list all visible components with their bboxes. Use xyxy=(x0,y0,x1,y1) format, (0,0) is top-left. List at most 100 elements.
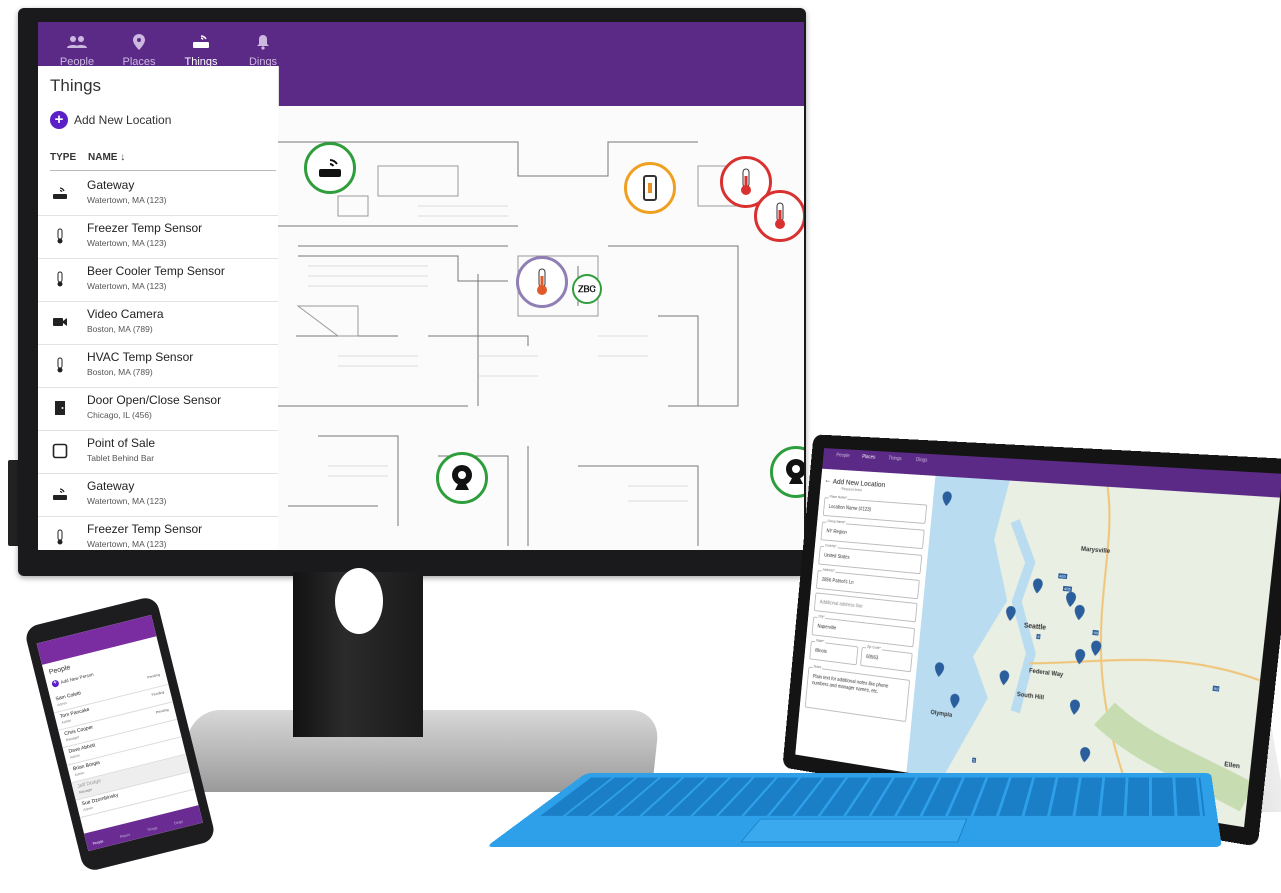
field-value: 2856 Patriot's Ln xyxy=(821,577,854,586)
router-icon xyxy=(53,488,67,500)
field-label: State* xyxy=(815,638,826,644)
thing-name: HVAC Temp Sensor xyxy=(87,350,194,364)
zip-code-field[interactable]: Zip Code* 60563 xyxy=(860,644,913,673)
tab-people[interactable]: People xyxy=(92,839,104,846)
trackpad xyxy=(740,818,968,843)
table-row[interactable]: HVAC Temp Sensor Boston, MA (789) xyxy=(38,344,278,388)
notes-field[interactable]: Notes Plain text for additional notes lik… xyxy=(804,664,911,723)
monitor-screen: People Places Things Dings Things + Add … xyxy=(38,22,804,550)
router-icon xyxy=(193,35,209,48)
table-row[interactable]: Point of Sale Tablet Behind Bar xyxy=(38,430,278,474)
form-subtitle: *Required fields xyxy=(840,486,862,493)
page-title: People xyxy=(48,664,72,677)
camera-marker[interactable] xyxy=(436,452,488,504)
tablet-icon xyxy=(52,443,68,459)
pin-icon xyxy=(133,34,145,50)
table-row[interactable]: Gateway Watertown, MA (123) xyxy=(38,172,278,216)
add-new-person-label: Add New Person xyxy=(60,671,95,685)
floorplan-map[interactable]: ᏃᏴᏣ xyxy=(278,106,804,550)
person-status: Pending xyxy=(155,707,170,715)
field-value: Location Name (#123) xyxy=(828,504,872,513)
door-sensor-icon xyxy=(643,175,657,201)
field-value: Additional address line xyxy=(819,599,863,610)
table-row[interactable]: Door Open/Close Sensor Chicago, IL (456) xyxy=(38,387,278,431)
tab-people[interactable]: People xyxy=(830,452,856,459)
plus-icon: + xyxy=(51,679,60,688)
highway-shield: 405 xyxy=(1058,573,1068,580)
thing-name: Door Open/Close Sensor xyxy=(87,393,222,407)
thermometer-icon xyxy=(57,228,63,244)
table-row[interactable]: Beer Cooler Temp Sensor Watertown, MA (1… xyxy=(38,258,278,302)
tab-places[interactable]: Places xyxy=(855,454,882,461)
table-row[interactable]: Freezer Temp Sensor Watertown, MA (123) xyxy=(38,215,278,259)
field-value: Naperville xyxy=(817,623,837,632)
keyboard-keys xyxy=(540,777,1206,816)
thing-name: Gateway xyxy=(87,178,135,192)
smartphone: People + Add New Person Sam Coletti Admin… xyxy=(23,595,217,873)
field-label: Notes xyxy=(812,664,823,670)
field-label: City* xyxy=(817,614,826,619)
thermometer-icon xyxy=(57,357,63,373)
person-status: Pending xyxy=(151,690,165,698)
gateway-marker[interactable] xyxy=(304,142,356,194)
field-value: NY Region xyxy=(826,528,848,536)
table-header: TYPE NAME ↓ xyxy=(50,148,276,171)
field-label: Zip Code* xyxy=(866,644,882,651)
tab-places[interactable]: Places xyxy=(119,833,130,839)
person-role: Admin xyxy=(56,701,68,708)
thing-name: Freezer Temp Sensor xyxy=(87,522,203,536)
state-select[interactable]: State* Illinois xyxy=(809,638,859,666)
page-title: Things xyxy=(50,76,102,95)
person-role: Admin xyxy=(82,805,94,813)
thermometer-icon xyxy=(57,271,63,287)
field-label: Country* xyxy=(824,543,838,549)
things-panel: Things + Add New Location TYPE NAME ↓ Ga… xyxy=(38,66,279,550)
thing-location: Chicago, IL (456) xyxy=(87,410,152,420)
thermometer-icon xyxy=(775,202,785,229)
add-new-location-button[interactable]: + Add New Location xyxy=(50,110,171,130)
field-value: Plain text for additional notes like pho… xyxy=(811,673,889,695)
add-new-location-label: Add New Location xyxy=(74,113,172,127)
table-row[interactable]: Video Camera Boston, MA (789) xyxy=(38,301,278,345)
tab-things[interactable]: Things xyxy=(881,455,908,463)
monitor-stand-cutout xyxy=(335,568,383,634)
column-name[interactable]: NAME ↓ xyxy=(88,152,125,163)
highway-shield: 90 xyxy=(1092,629,1100,636)
sensor-tag-label: ᏃᏴᏣ xyxy=(578,283,596,294)
thing-location: Watertown, MA (123) xyxy=(87,281,167,291)
table-row[interactable]: Gateway Watertown, MA (123) xyxy=(38,473,278,517)
person-status: Pending xyxy=(146,672,161,680)
field-value: United States xyxy=(823,552,850,561)
sensor-tag-marker[interactable]: ᏃᏴᏣ xyxy=(572,274,602,304)
highway-shield: 405 xyxy=(1062,585,1072,592)
thermometer-icon xyxy=(537,268,547,295)
thing-location: Boston, MA (789) xyxy=(87,367,153,377)
back-arrow-icon[interactable]: ← xyxy=(824,475,832,484)
table-row[interactable]: Freezer Temp Sensor Watertown, MA (123) xyxy=(38,516,278,550)
tab-dings[interactable]: Dings xyxy=(174,819,184,825)
door-sensor-marker[interactable] xyxy=(624,162,676,214)
thing-location: Watertown, MA (123) xyxy=(87,539,167,549)
router-icon xyxy=(53,187,67,199)
tab-things[interactable]: Things xyxy=(147,826,158,832)
column-type[interactable]: TYPE xyxy=(50,152,76,163)
thing-name: Freezer Temp Sensor xyxy=(87,221,203,235)
tab-dings[interactable]: Dings xyxy=(908,457,935,464)
thing-location: Boston, MA (789) xyxy=(87,324,153,334)
bell-icon xyxy=(257,35,269,50)
field-value: Illinois xyxy=(814,647,828,655)
highway-shield: 90 xyxy=(1212,685,1220,692)
temp-sensor-marker[interactable] xyxy=(516,256,568,308)
video-camera-icon xyxy=(53,318,67,326)
thing-name: Gateway xyxy=(87,479,135,493)
thing-location: Tablet Behind Bar xyxy=(87,453,155,463)
router-icon xyxy=(319,159,341,177)
highway-shield: 5 xyxy=(1036,633,1041,640)
field-value: 60563 xyxy=(865,654,879,662)
thing-name: Point of Sale xyxy=(87,436,156,450)
thing-name: Beer Cooler Temp Sensor xyxy=(87,264,225,278)
tablet-keyboard xyxy=(485,772,1222,848)
temp-sensor-marker[interactable] xyxy=(754,190,804,242)
person-role: Admin xyxy=(69,753,81,760)
person-role: Admin xyxy=(74,770,85,778)
